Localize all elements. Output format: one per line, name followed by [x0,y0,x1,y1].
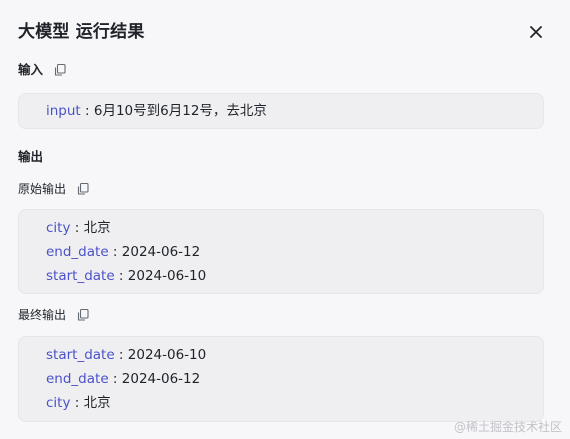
kv-value: 2024-06-12 [121,244,201,260]
kv-value: 北京 [83,220,111,236]
copy-icon [77,308,89,321]
kv-value: 2024-06-12 [121,371,201,387]
kv-value: 2024-06-10 [127,347,207,363]
final-output-box: start_date : 2024-06-10 end_date : 2024-… [18,336,544,422]
kv-sep: : [108,371,122,387]
kv-value: 6月10号到6月12号，去北京 [93,103,267,119]
kv-key: end_date [46,371,109,387]
kv-key: start_date [46,268,115,284]
copy-final-output-button[interactable] [76,308,90,322]
final-output-label-text: 最终输出 [18,308,67,322]
raw-output-label-text: 原始输出 [18,182,67,196]
kv-key: end_date [46,244,109,260]
close-icon [530,26,542,38]
raw-output-label: 原始输出 [18,180,90,198]
kv-row: end_date : 2024-06-12 [46,242,200,262]
copy-raw-output-button[interactable] [76,182,90,196]
kv-sep: : [114,268,128,284]
kv-row: start_date : 2024-06-10 [46,266,206,286]
kv-row: start_date : 2024-06-10 [46,345,206,365]
kv-sep: : [70,220,84,236]
dialog-header: 大模型 运行结果 [18,18,552,46]
final-output-label: 最终输出 [18,306,90,324]
dialog-title: 大模型 运行结果 [18,22,145,42]
kv-value: 2024-06-10 [127,268,207,284]
kv-row: input : 6月10号到6月12号，去北京 [46,101,267,121]
output-label-text: 输出 [18,149,44,164]
raw-output-box: city : 北京 end_date : 2024-06-12 start_da… [18,209,544,294]
input-label-text: 输入 [18,62,44,77]
kv-sep: : [80,103,94,119]
copy-input-button[interactable] [53,63,67,77]
kv-sep: : [70,395,84,411]
kv-key: start_date [46,347,115,363]
kv-key: city [46,220,71,236]
close-button[interactable] [526,22,546,42]
kv-row: city : 北京 [46,218,111,238]
kv-row: city : 北京 [46,393,111,413]
input-section-label: 输入 [18,61,67,79]
run-result-dialog: 大模型 运行结果 输入 input : 6月10号到6月12号，去北京 输出 原… [0,0,570,439]
kv-row: end_date : 2024-06-12 [46,369,200,389]
kv-value: 北京 [83,395,111,411]
kv-sep: : [108,244,122,260]
kv-key: city [46,395,71,411]
copy-icon [54,63,66,76]
copy-icon [77,182,89,195]
kv-sep: : [114,347,128,363]
input-box: input : 6月10号到6月12号，去北京 [18,93,544,129]
output-section-label: 输出 [18,148,43,166]
kv-key: input [46,103,81,119]
watermark: @稀土掘金技术社区 [453,420,562,434]
